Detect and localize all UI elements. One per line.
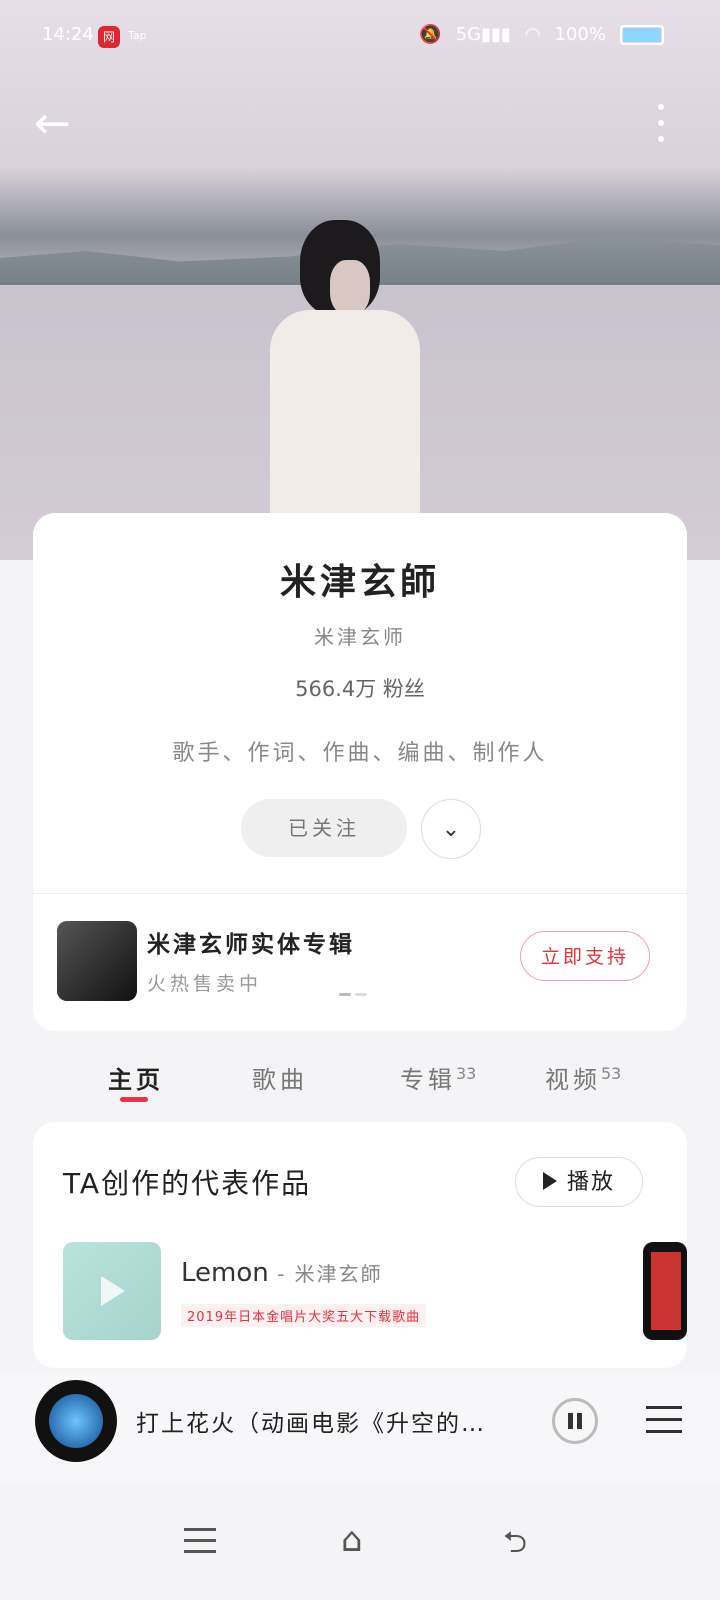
menu-icon[interactable] xyxy=(184,1528,216,1554)
divider xyxy=(33,893,687,894)
play-icon xyxy=(101,1276,125,1306)
mini-player[interactable]: 打上花火（动画电影《升空的… xyxy=(0,1372,720,1484)
next-song-cover[interactable] xyxy=(643,1242,687,1340)
more-options-icon[interactable] xyxy=(646,100,676,148)
now-playing-title[interactable]: 打上花火（动画电影《升空的… xyxy=(136,1404,486,1438)
now-playing-disc[interactable] xyxy=(35,1380,117,1462)
tab-home[interactable]: 主页 xyxy=(108,1060,164,1095)
support-button[interactable]: 立即支持 xyxy=(520,931,650,981)
song-artist: - 米津玄師 xyxy=(268,1262,383,1286)
pause-icon[interactable] xyxy=(552,1398,598,1444)
netease-app-icon: 网 xyxy=(98,26,120,48)
back-arrow-icon[interactable]: ← xyxy=(34,100,82,148)
song-item[interactable]: Lemon - 米津玄師 xyxy=(181,1258,383,1288)
song-title: Lemon xyxy=(181,1258,269,1288)
wifi-icon: ◠ xyxy=(524,24,541,45)
representative-works-card: TA创作的代表作品 播放 Lemon - 米津玄師 2019年日本金唱片大奖五大… xyxy=(33,1122,687,1368)
followed-button[interactable]: 已关注 xyxy=(241,799,407,857)
artist-roles: 歌手、作词、作曲、编曲、制作人 xyxy=(172,741,548,766)
artist-profile-card: 米津玄師 米津玄师 566.4万 粉丝 歌手、作词、作曲、编曲、制作人 已关注 … xyxy=(33,513,687,1031)
tab-albums-count: 33 xyxy=(456,1064,477,1083)
tab-albums[interactable]: 专辑33 xyxy=(400,1060,476,1095)
system-nav-bar: ⌂ ⮌ xyxy=(0,1484,720,1600)
mute-icon: 🔕 xyxy=(419,24,442,45)
status-bar: 14:24 网 Tap 🔕 5G▮▮▮ ◠ 100% xyxy=(0,0,720,70)
status-time: 14:24 xyxy=(42,24,94,45)
tab-songs[interactable]: 歌曲 xyxy=(252,1060,308,1095)
artist-photo xyxy=(270,220,430,560)
tab-videos[interactable]: 视频53 xyxy=(545,1060,621,1095)
active-tab-indicator xyxy=(120,1097,148,1102)
home-icon[interactable]: ⌂ xyxy=(341,1520,363,1560)
fans-count[interactable]: 566.4万 粉丝 xyxy=(33,673,687,703)
battery-percent: 100% xyxy=(554,24,606,45)
tap-indicator: Tap xyxy=(128,29,147,42)
works-title: TA创作的代表作品 xyxy=(63,1167,312,1200)
tab-videos-count: 53 xyxy=(601,1064,622,1083)
chevron-down-icon[interactable]: ⌄ xyxy=(421,799,481,859)
playlist-icon[interactable] xyxy=(646,1402,684,1440)
tab-bar: 主页 歌曲 专辑33 视频53 xyxy=(0,1060,720,1120)
album-promo-subtitle: 火热售卖中 xyxy=(147,973,263,995)
carousel-dots xyxy=(339,993,367,996)
artist-alias: 米津玄师 xyxy=(314,625,406,649)
artist-name: 米津玄師 xyxy=(279,562,440,603)
song-cover[interactable] xyxy=(63,1242,161,1340)
play-button[interactable]: 播放 xyxy=(515,1157,643,1207)
battery-icon xyxy=(620,24,664,45)
song-tag: 2019年日本金唱片大奖五大下载歌曲 xyxy=(181,1304,427,1327)
signal-icon: 5G▮▮▮ xyxy=(455,24,511,45)
hero-banner xyxy=(0,0,720,560)
album-thumbnail[interactable] xyxy=(57,921,137,1001)
play-icon xyxy=(542,1172,557,1190)
back-icon[interactable]: ⮌ xyxy=(503,1520,527,1571)
album-promo-title[interactable]: 米津玄师实体专辑 xyxy=(147,925,355,959)
